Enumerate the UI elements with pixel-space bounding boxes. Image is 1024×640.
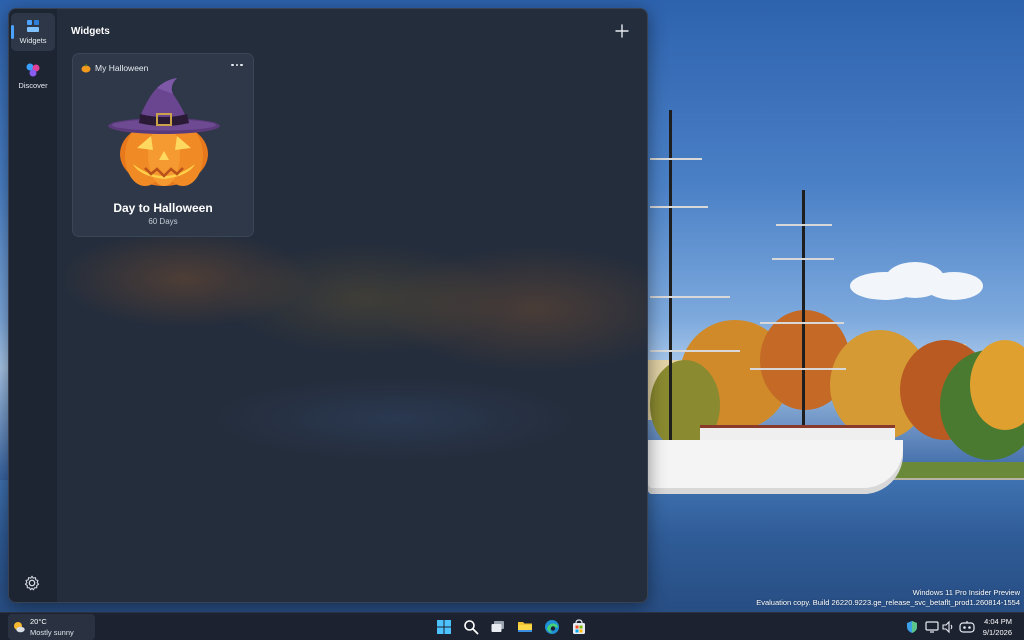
- pumpkin-icon: [81, 64, 91, 73]
- search-button[interactable]: [461, 617, 481, 637]
- taskbar: 20°C Mostly sunny 4:04 PM 9/1/2026: [0, 612, 1024, 640]
- weather-temperature: 20°C: [30, 617, 47, 626]
- clock[interactable]: 4:04 PM 9/1/2026: [983, 616, 1012, 638]
- clock-time: 4:04 PM: [984, 617, 1012, 626]
- watermark-line1: Windows 11 Pro Insider Preview: [912, 588, 1020, 597]
- add-widget-button[interactable]: [613, 22, 631, 40]
- nav-label-discover: Discover: [18, 81, 48, 90]
- widget-more-options-button[interactable]: [230, 60, 244, 70]
- volume-icon[interactable]: [941, 620, 955, 634]
- widgets-nav-rail: Widgets Discover: [9, 9, 57, 602]
- nav-label-widgets: Widgets: [19, 36, 47, 45]
- more-dot-icon: [240, 63, 243, 67]
- widgets-board: Widgets Discover Widgets My Halloween Da…: [8, 8, 648, 603]
- edge-button[interactable]: [542, 617, 562, 637]
- partly-sunny-icon: [14, 622, 25, 633]
- discover-icon: [26, 63, 40, 77]
- defender-icon[interactable]: [905, 620, 919, 634]
- clock-date: 9/1/2026: [982, 628, 1012, 637]
- weather-condition: Mostly sunny: [30, 628, 74, 637]
- start-icon: [437, 620, 451, 634]
- watermark-line2: Evaluation copy. Build 26220.9223.ge_rel…: [756, 598, 1020, 607]
- edge-icon: [545, 620, 559, 634]
- search-icon: [464, 620, 479, 635]
- start-button[interactable]: [434, 617, 454, 637]
- task-view-icon: [491, 621, 504, 632]
- widget-name: My Halloween: [95, 63, 149, 73]
- weather-widget-button[interactable]: 20°C Mostly sunny: [8, 614, 95, 640]
- more-dot-icon: [231, 63, 234, 67]
- store-icon: [573, 619, 585, 634]
- ship-hull: [648, 440, 903, 494]
- file-explorer-icon: [518, 622, 532, 632]
- nav-item-widgets[interactable]: Widgets: [11, 13, 55, 51]
- network-icon[interactable]: [925, 620, 939, 634]
- more-dot-icon: [235, 63, 239, 67]
- widget-countdown: 60 Days: [148, 217, 178, 226]
- widget-header: My Halloween: [81, 63, 148, 73]
- build-watermark: Windows 11 Pro Insider Preview Evaluatio…: [756, 588, 1020, 608]
- widget-title: Day to Halloween: [113, 201, 213, 215]
- gear-icon[interactable]: [23, 574, 41, 592]
- file-explorer-button[interactable]: [515, 617, 535, 637]
- halloween-widget-card[interactable]: My Halloween Day to Halloween 60 Days: [72, 53, 254, 237]
- nav-item-discover[interactable]: Discover: [11, 57, 55, 95]
- widgets-icon: [27, 20, 39, 32]
- jack-o-lantern-image: [108, 78, 220, 186]
- store-button[interactable]: [569, 617, 589, 637]
- task-view-button[interactable]: [488, 617, 508, 637]
- board-title: Widgets: [71, 26, 110, 37]
- copilot-icon[interactable]: [958, 620, 976, 634]
